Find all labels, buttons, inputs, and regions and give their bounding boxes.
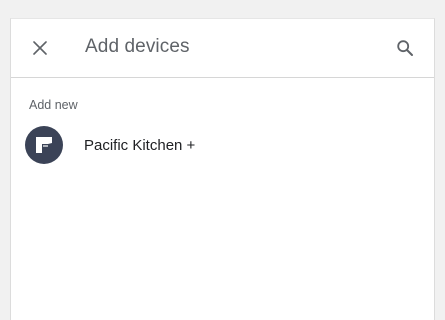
device-list-item[interactable]: Pacific Kitchen + xyxy=(25,123,325,167)
search-icon xyxy=(397,40,413,56)
device-name: Pacific Kitchen + xyxy=(84,136,196,154)
close-button[interactable] xyxy=(30,38,50,58)
device-avatar xyxy=(25,126,63,164)
dialog-header: Add devices xyxy=(11,19,434,78)
dialog-title: Add devices xyxy=(85,36,190,57)
add-devices-dialog: Add devices Add new Pacific Kitchen + xyxy=(10,18,435,320)
close-icon xyxy=(33,41,47,55)
device-avatar-icon xyxy=(36,137,52,153)
search-button[interactable] xyxy=(394,37,416,59)
section-label-add-new: Add new xyxy=(29,98,78,112)
